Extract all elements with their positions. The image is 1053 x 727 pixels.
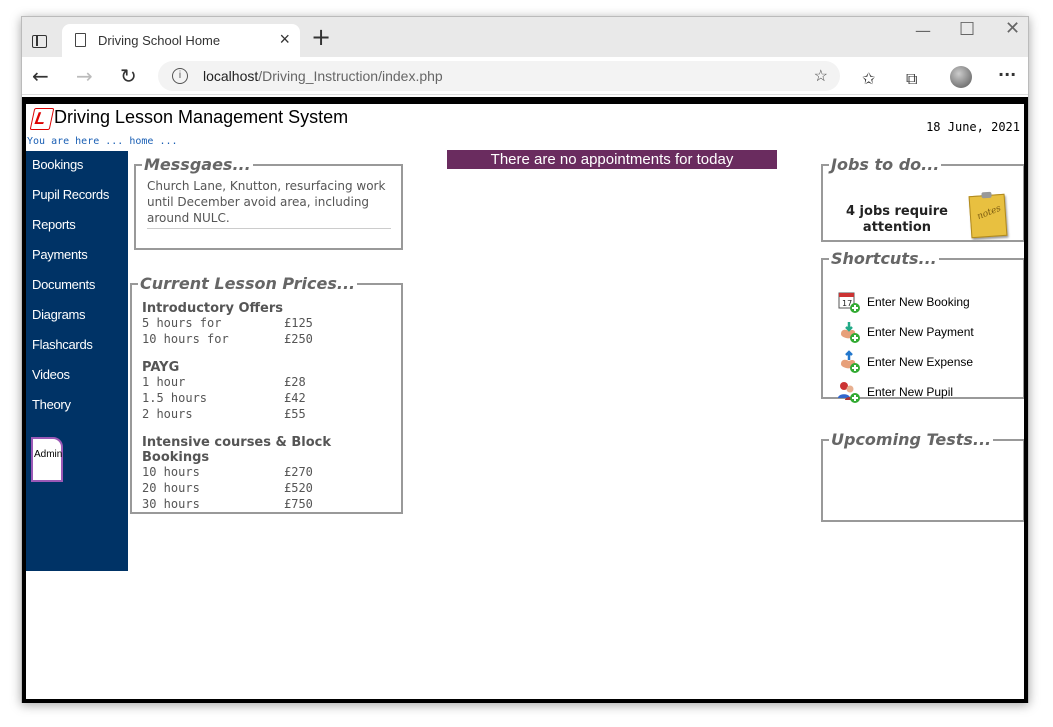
price-group-title: Introductory Offers xyxy=(142,301,284,316)
price-label: 20 hours xyxy=(142,481,200,495)
profile-avatar[interactable] xyxy=(950,66,972,88)
price-row: 10 hours £270 xyxy=(132,465,401,481)
price-label: 10 hours for xyxy=(142,332,229,346)
sidebar-toggle-icon[interactable] xyxy=(32,35,47,48)
lesson-prices-panel: Current Lesson Prices... Introductory Of… xyxy=(130,274,403,514)
price-row: 1 hour £28 xyxy=(132,375,401,391)
jobs-text[interactable]: 4 jobs require attention xyxy=(837,204,957,236)
calendar-add-icon: 17 xyxy=(838,292,860,313)
shortcut-new-pupil[interactable]: Enter New Pupil xyxy=(837,380,1017,406)
back-icon[interactable]: ← xyxy=(32,64,49,88)
price-value: £42 xyxy=(284,391,306,405)
maximize-icon[interactable]: ☐ xyxy=(959,19,975,40)
shortcut-label: Enter New Pupil xyxy=(867,385,954,399)
shortcut-new-booking[interactable]: 17 Enter New Booking xyxy=(837,290,1017,316)
nav-documents[interactable]: Documents xyxy=(26,271,128,301)
price-row: 20 hours £520 xyxy=(132,481,401,497)
nav-diagrams[interactable]: Diagrams xyxy=(26,301,128,331)
url-path: /Driving_Instruction/index.php xyxy=(258,68,443,84)
expense-add-icon xyxy=(841,350,860,373)
price-value: £28 xyxy=(284,375,306,389)
shortcut-label: Enter New Payment xyxy=(867,325,974,339)
favorites-icon[interactable]: ✩ xyxy=(862,69,875,88)
site-title: Driving Lesson Management System xyxy=(54,107,349,127)
document-icon xyxy=(75,33,86,47)
price-group-title: Intensive courses & Block Bookings xyxy=(142,435,332,465)
price-value: £125 xyxy=(284,316,313,330)
address-bar: ← → ↻ i localhost/Driving_Instruction/in… xyxy=(22,57,1028,95)
user-add-icon xyxy=(838,382,860,403)
appointments-banner: There are no appointments for today xyxy=(447,150,777,169)
price-value: £270 xyxy=(284,465,313,479)
tab-driving-school-home[interactable]: Driving School Home × xyxy=(62,24,300,57)
prices-legend: Current Lesson Prices... xyxy=(140,274,356,293)
breadcrumb[interactable]: You are here ... home ... xyxy=(27,136,178,147)
url-field[interactable]: i localhost/Driving_Instruction/index.ph… xyxy=(158,61,840,91)
price-label: 10 hours xyxy=(142,465,200,479)
learner-plate-logo: L xyxy=(32,108,50,128)
shortcut-new-payment[interactable]: Enter New Payment xyxy=(837,320,1017,346)
notes-icon[interactable]: notes xyxy=(968,193,1008,239)
admin-icon[interactable]: Admin xyxy=(31,437,63,482)
messages-legend: Messgaes... xyxy=(144,155,251,174)
url-host: localhost xyxy=(203,68,259,84)
price-row: 30 hours £750 xyxy=(132,497,401,513)
forward-icon[interactable]: → xyxy=(76,64,93,88)
reload-icon[interactable]: ↻ xyxy=(120,64,137,88)
nav-theory[interactable]: Theory xyxy=(26,391,128,421)
shortcuts-legend: Shortcuts... xyxy=(831,249,937,268)
price-value: £250 xyxy=(284,332,313,346)
web-page: L Driving Lesson Management System 18 Ju… xyxy=(22,97,1028,703)
shortcut-label: Enter New Expense xyxy=(867,355,974,369)
price-row: 10 hours for £250 xyxy=(132,332,401,348)
shortcuts-panel: Shortcuts... 17 Enter New Booking Enter … xyxy=(821,249,1024,403)
nav-videos[interactable]: Videos xyxy=(26,361,128,391)
divider xyxy=(147,228,391,229)
price-label: 1 hour xyxy=(142,375,186,389)
nav-pupil-records[interactable]: Pupil Records xyxy=(26,181,128,211)
tests-legend: Upcoming Tests... xyxy=(831,430,992,449)
minimize-icon[interactable]: — xyxy=(915,21,931,40)
more-icon[interactable]: ··· xyxy=(998,65,1016,84)
price-row: 1.5 hours £42 xyxy=(132,391,401,407)
browser-window: Driving School Home × + — ☐ ✕ ← → ↻ i lo… xyxy=(21,16,1029,703)
price-group-title: PAYG xyxy=(142,360,180,375)
price-label: 30 hours xyxy=(142,497,200,511)
tab-bar: Driving School Home × + — ☐ ✕ xyxy=(22,17,1028,57)
collections-icon[interactable]: ⧉ xyxy=(906,69,917,89)
close-window-icon[interactable]: ✕ xyxy=(1005,18,1020,39)
nav-flashcards[interactable]: Flashcards xyxy=(26,331,128,361)
left-navigation: Bookings Pupil Records Reports Payments … xyxy=(26,151,128,571)
new-tab-icon[interactable]: + xyxy=(311,23,331,51)
messages-panel: Messgaes... Church Lane, Knutton, resurf… xyxy=(134,155,403,250)
jobs-panel: Jobs to do... 4 jobs require attention n… xyxy=(821,155,1024,242)
notes-label: notes xyxy=(975,203,1003,223)
price-label: 1.5 hours xyxy=(142,391,208,405)
price-value: £750 xyxy=(284,497,313,511)
message-text: Church Lane, Knutton, resurfacing work u… xyxy=(147,179,386,225)
price-label: 5 hours for xyxy=(142,316,222,330)
payment-add-icon xyxy=(841,322,860,343)
price-value: £55 xyxy=(284,407,306,421)
nav-bookings[interactable]: Bookings xyxy=(26,151,128,181)
price-row: 2 hours £55 xyxy=(132,407,401,423)
price-row: 5 hours for £125 xyxy=(132,316,401,332)
price-label: 2 hours xyxy=(142,407,193,421)
close-tab-icon[interactable]: × xyxy=(279,29,290,50)
add-favorite-icon[interactable]: ☆ xyxy=(814,66,828,86)
current-date: 18 June, 2021 xyxy=(926,120,1020,134)
jobs-legend: Jobs to do... xyxy=(831,155,940,174)
site-info-icon[interactable]: i xyxy=(172,68,188,84)
shortcut-label: Enter New Booking xyxy=(867,295,970,309)
nav-payments[interactable]: Payments xyxy=(26,241,128,271)
shortcut-new-expense[interactable]: Enter New Expense xyxy=(837,350,1017,376)
nav-reports[interactable]: Reports xyxy=(26,211,128,241)
price-value: £520 xyxy=(284,481,313,495)
upcoming-tests-panel: Upcoming Tests... xyxy=(821,430,1024,522)
tab-title: Driving School Home xyxy=(98,33,221,48)
